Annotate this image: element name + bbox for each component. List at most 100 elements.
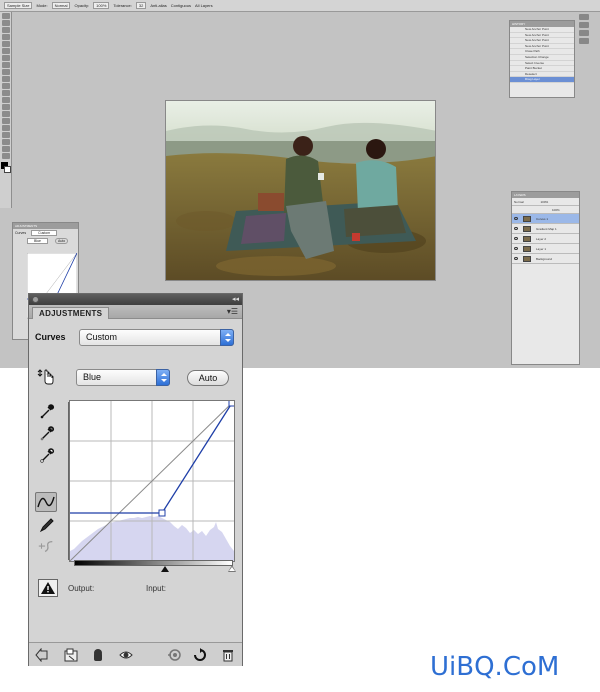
adjustments-panel: ◂◂ ADJUSTMENTS ▾☰ Curves Custom Blue Aut… xyxy=(28,293,243,666)
pencil-draw-icon[interactable] xyxy=(38,516,56,534)
layer-row[interactable]: Layer 2 xyxy=(512,234,579,244)
reset-icon[interactable] xyxy=(193,648,207,662)
clipping-warning-icon[interactable] xyxy=(38,579,58,597)
options-bar: Sample Size Mode: Normal Opacity: 100% T… xyxy=(0,0,600,12)
curves-graph[interactable] xyxy=(69,399,236,562)
layer-name: Layer 1 xyxy=(536,247,547,251)
watermark: UiBQ.CoM xyxy=(430,652,560,682)
marquee-tool-icon[interactable] xyxy=(2,20,10,26)
channel-select[interactable]: Blue xyxy=(76,369,170,386)
blur-tool-icon[interactable] xyxy=(2,97,10,103)
gray-point-eyedropper-icon[interactable] xyxy=(38,424,56,442)
layers-blend-row: Normal 100% xyxy=(512,198,579,206)
eraser-tool-icon[interactable] xyxy=(2,83,10,89)
panel-bottom-toolbar xyxy=(29,642,242,666)
stamp-tool-icon[interactable] xyxy=(2,69,10,75)
view-previous-state-icon[interactable] xyxy=(167,648,181,662)
layers-blend-mode[interactable]: Normal xyxy=(514,200,524,204)
mini-curves-row: Curves Custom xyxy=(13,229,78,237)
dodge-tool-icon[interactable] xyxy=(2,104,10,110)
black-point-eyedropper-icon[interactable] xyxy=(38,402,56,420)
black-input-slider[interactable] xyxy=(161,566,169,572)
options-tolerance-field[interactable]: 32 xyxy=(135,2,147,9)
preset-select[interactable]: Custom xyxy=(79,329,234,346)
mini-channel-select[interactable]: Blue xyxy=(27,238,49,244)
curve-endpoint[interactable] xyxy=(228,399,236,407)
mini-auto-button[interactable]: Auto xyxy=(55,238,69,244)
mini-curves-label: Curves xyxy=(15,231,27,235)
swatches-panel-icon[interactable] xyxy=(579,22,589,28)
smooth-curve-icon[interactable] xyxy=(37,538,55,556)
brush-tool-icon[interactable] xyxy=(2,62,10,68)
quick-select-tool-icon[interactable] xyxy=(2,34,10,40)
type-tool-icon[interactable] xyxy=(2,118,10,124)
back-arrow-icon[interactable] xyxy=(35,648,49,662)
input-label: Input: xyxy=(146,584,167,593)
mini-preset-select[interactable]: Custom xyxy=(31,230,58,236)
expand-view-icon[interactable] xyxy=(64,648,78,662)
eye-icon[interactable] xyxy=(514,237,518,240)
options-mode-select[interactable]: Normal xyxy=(51,2,71,9)
close-icon[interactable] xyxy=(32,296,39,303)
layers-fill-row: 100% xyxy=(512,206,579,214)
path-select-tool-icon[interactable] xyxy=(2,125,10,131)
options-contiguous[interactable]: Contiguous xyxy=(171,3,191,8)
curve-line[interactable] xyxy=(70,402,233,514)
edit-points-curve-icon[interactable] xyxy=(35,492,57,512)
options-opacity-label: Opacity: xyxy=(74,3,90,8)
trash-icon[interactable] xyxy=(221,648,235,662)
layer-row[interactable]: Curves 1 xyxy=(512,214,579,224)
auto-button[interactable]: Auto xyxy=(187,370,229,386)
panel-menu-icon[interactable]: ▾☰ xyxy=(227,308,238,316)
panel-title-bar[interactable]: ◂◂ xyxy=(29,294,242,305)
background-color-swatch[interactable] xyxy=(4,166,11,173)
layers-opacity[interactable]: 100% xyxy=(541,200,549,204)
eye-icon[interactable] xyxy=(514,247,518,250)
pen-tool-icon[interactable] xyxy=(2,111,10,117)
eye-icon[interactable] xyxy=(514,217,518,220)
input-gradient-bar xyxy=(74,560,233,566)
canvas-photo[interactable] xyxy=(165,100,436,281)
layer-row[interactable]: Background xyxy=(512,254,579,264)
layers-fill[interactable]: 100% xyxy=(552,208,560,212)
history-item-selected[interactable]: Drag Layer xyxy=(510,77,574,83)
visibility-eye-icon[interactable] xyxy=(119,648,133,662)
options-tolerance-label: Tolerance: xyxy=(113,3,132,8)
targeted-adjustment-icon[interactable] xyxy=(37,368,55,386)
white-input-slider-fill xyxy=(229,567,235,571)
navigator-panel-icon[interactable] xyxy=(579,38,589,44)
eye-icon[interactable] xyxy=(514,227,518,230)
hand-tool-icon[interactable] xyxy=(2,146,10,152)
layer-name: Gradient Map 1 xyxy=(536,227,557,231)
clip-to-layer-icon[interactable] xyxy=(91,648,105,662)
curve-control-point[interactable] xyxy=(158,509,166,517)
mini-channel-row: Blue Auto xyxy=(13,237,78,245)
shape-tool-icon[interactable] xyxy=(2,132,10,138)
zoom-tool-icon[interactable] xyxy=(2,153,10,159)
crop-tool-icon[interactable] xyxy=(2,41,10,47)
eyedropper-tool-icon[interactable] xyxy=(2,48,10,54)
options-opacity-field[interactable]: 100% xyxy=(93,2,110,9)
lasso-tool-icon[interactable] xyxy=(2,27,10,33)
layer-thumbnail xyxy=(523,236,531,242)
options-all-layers[interactable]: All Layers xyxy=(195,3,213,8)
channel-value: Blue xyxy=(83,372,102,382)
3d-tool-icon[interactable] xyxy=(2,139,10,145)
color-panel-icon[interactable] xyxy=(579,14,589,20)
layer-row[interactable]: Layer 1 xyxy=(512,244,579,254)
tab-adjustments[interactable]: ADJUSTMENTS xyxy=(32,307,110,319)
history-brush-tool-icon[interactable] xyxy=(2,76,10,82)
options-anti-alias[interactable]: Anti-alias xyxy=(150,3,166,8)
options-sample-size[interactable]: Sample Size xyxy=(4,2,33,9)
healing-tool-icon[interactable] xyxy=(2,55,10,61)
styles-panel-icon[interactable] xyxy=(579,30,589,36)
layer-row[interactable]: Gradient Map 1 xyxy=(512,224,579,234)
move-tool-icon[interactable] xyxy=(2,13,10,19)
collapse-icon[interactable]: ◂◂ xyxy=(232,295,239,304)
eye-icon[interactable] xyxy=(514,257,518,260)
chevron-updown-icon xyxy=(220,329,234,346)
white-point-eyedropper-icon[interactable] xyxy=(38,446,56,464)
layer-thumbnail xyxy=(523,216,531,222)
layer-name: Background xyxy=(536,257,553,261)
gradient-tool-icon[interactable] xyxy=(2,90,10,96)
